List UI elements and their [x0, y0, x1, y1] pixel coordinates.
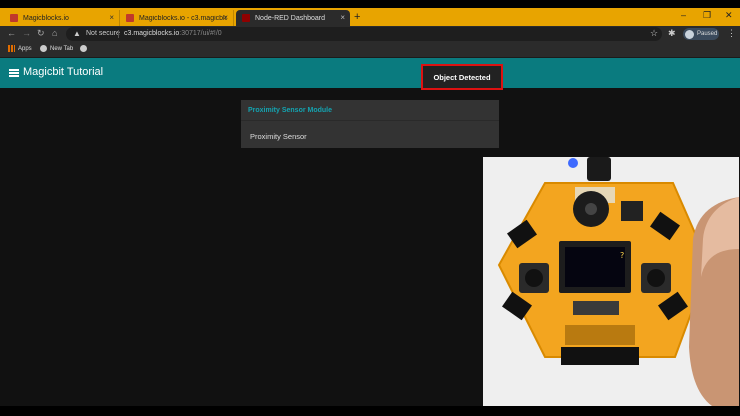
board-illustration: ?: [483, 157, 739, 406]
tab-label: Magicblocks.io: [23, 14, 69, 22]
profile-button[interactable]: Paused: [683, 28, 719, 40]
bookmark-globe[interactable]: [80, 45, 90, 52]
magicblocks-favicon-icon: [10, 14, 18, 22]
card-title: Proximity Sensor Module: [248, 107, 333, 114]
minimize-button[interactable]: –: [681, 10, 686, 20]
bookmark-apps[interactable]: Apps: [8, 45, 32, 52]
url-path: :30717/ui/#!/0: [179, 30, 222, 37]
tab-magicblocks-c3[interactable]: Magicblocks.io - c3.magicblocks... ×: [120, 10, 234, 26]
sensor-label: Proximity Sensor: [250, 132, 307, 141]
page-title: Magicbit Tutorial: [23, 66, 104, 78]
forward-icon[interactable]: →: [22, 28, 31, 38]
reload-icon[interactable]: ↻: [37, 28, 45, 39]
tab-strip: Magicblocks.io × Magicblocks.io - c3.mag…: [0, 8, 740, 26]
divider: [118, 30, 119, 38]
menu-icon[interactable]: [9, 69, 19, 77]
globe-icon: [40, 45, 47, 52]
home-icon[interactable]: ⌂: [52, 28, 57, 38]
restore-button[interactable]: ❐: [703, 10, 711, 21]
avatar: [685, 29, 694, 39]
url-text[interactable]: c3.magicblocks.io:30717/ui/#!/0: [124, 30, 222, 37]
tab-magicblocks[interactable]: Magicblocks.io ×: [4, 10, 120, 26]
browser-window: Magicblocks.io × Magicblocks.io - c3.mag…: [0, 8, 740, 406]
address-row: ← → ↻ ⌂ ▲ Not secure c3.magicblocks.io:3…: [0, 26, 740, 42]
close-tab-icon[interactable]: ×: [223, 13, 228, 22]
bookmark-new-tab[interactable]: New Tab: [40, 45, 73, 52]
new-tab-button[interactable]: +: [354, 11, 360, 23]
app-toolbar: Magicbit Tutorial: [0, 58, 740, 88]
bookmarks-bar: Apps New Tab: [0, 42, 740, 58]
status-text: Object Detected: [433, 72, 491, 82]
tab-node-red-dashboard[interactable]: Node-RED Dashboard ×: [236, 10, 350, 26]
url-host: c3.magicblocks.io: [124, 30, 180, 37]
oled-glyph: ?: [620, 251, 624, 260]
bookmark-star-icon[interactable]: ☆: [650, 28, 658, 39]
globe-icon: [80, 45, 87, 52]
browser-menu-icon[interactable]: ⋮: [727, 28, 736, 39]
back-icon[interactable]: ←: [7, 28, 16, 38]
tab-label: Node-RED Dashboard: [255, 14, 326, 22]
close-tab-icon[interactable]: ×: [109, 13, 114, 22]
warning-icon: ▲: [73, 29, 81, 38]
magicblocks-favicon-icon: [126, 14, 134, 22]
proximity-sensor-card: Proximity Sensor Module Proximity Sensor: [241, 100, 499, 148]
bookmark-label: Apps: [18, 45, 32, 52]
dashboard-page: Magicbit Tutorial Proximity Sensor Modul…: [0, 58, 740, 406]
node-red-favicon-icon: [242, 14, 250, 22]
security-label: Not secure: [86, 30, 120, 37]
address-bar[interactable]: ▲ Not secure c3.magicblocks.io:30717/ui/…: [66, 27, 662, 41]
status-value-box: Object Detected: [421, 64, 503, 90]
bookmark-label: New Tab: [50, 45, 74, 52]
close-tab-icon[interactable]: ×: [340, 13, 345, 22]
apps-grid-icon: [8, 45, 15, 52]
extensions-icon[interactable]: ✱: [668, 28, 676, 39]
magicbit-board-photo: ?: [483, 157, 739, 406]
close-window-button[interactable]: ✕: [725, 10, 733, 21]
profile-label: Paused: [697, 31, 718, 37]
tab-label: Magicblocks.io - c3.magicblocks...: [139, 14, 227, 22]
divider: [241, 120, 499, 121]
